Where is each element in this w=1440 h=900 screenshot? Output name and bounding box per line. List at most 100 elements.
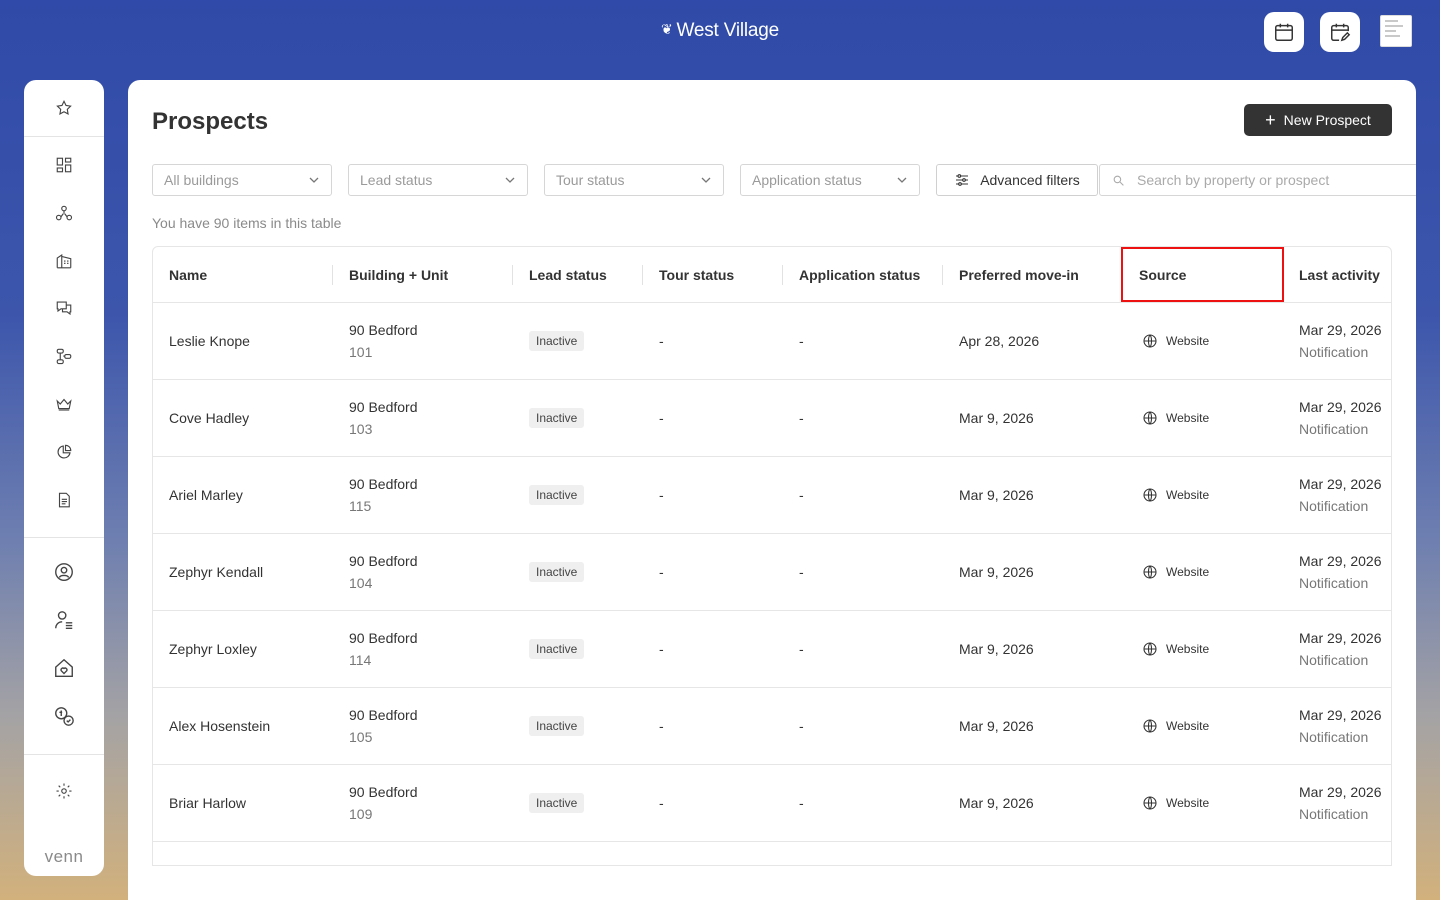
source-tag: Website — [1142, 795, 1286, 811]
workflow-icon — [56, 348, 72, 365]
source-column-highlight — [1121, 247, 1284, 302]
column-header-tour-status[interactable]: Tour status — [643, 247, 783, 303]
cell-preferred-move-in: Apr 28, 2026 — [943, 303, 1123, 379]
last-activity-date: Mar 29, 2026 — [1299, 476, 1382, 492]
sidebar-item-community[interactable] — [24, 554, 104, 590]
move-in-date: Mar 9, 2026 — [959, 641, 1034, 657]
cell-lead-status: Inactive — [513, 457, 643, 533]
cell-lead-status: Inactive — [513, 380, 643, 456]
sidebar-item-favorites[interactable] — [24, 90, 104, 126]
calendar-edit-button[interactable] — [1320, 12, 1360, 52]
last-activity-type: Notification — [1299, 729, 1369, 745]
column-header-preferred-move-in[interactable]: Preferred move-in — [943, 247, 1123, 303]
sidebar-item-settings[interactable] — [24, 773, 104, 809]
cell-application-status: - — [783, 534, 943, 610]
table-row[interactable]: Briar Harlow 90 Bedford 109 Inactive - - Mar 9… — [153, 765, 1391, 842]
unit-number: 101 — [349, 344, 373, 360]
cell-building: 90 Bedford 105 — [333, 688, 513, 764]
table-row[interactable]: Ariel Marley 90 Bedford 115 Inactive - - Mar 9… — [153, 457, 1391, 534]
table-header: Name Building + Unit Lead status Tour st… — [153, 247, 1391, 303]
cell-building: 90 Bedford 115 — [333, 457, 513, 533]
cell-tour-status: - — [643, 457, 783, 533]
new-prospect-button[interactable]: + New Prospect — [1244, 104, 1392, 136]
sliders-icon — [956, 174, 969, 186]
sidebar-item-reports[interactable] — [24, 434, 104, 470]
globe-icon — [1143, 411, 1157, 425]
column-header-name[interactable]: Name — [153, 247, 333, 303]
globe-icon — [1143, 642, 1157, 656]
chat-icon — [56, 301, 72, 316]
table-row[interactable]: Leslie Knope 90 Bedford 101 Inactive - - Apr 2… — [153, 303, 1391, 380]
globe-icon — [1143, 565, 1157, 579]
source-label: Website — [1166, 488, 1210, 502]
advanced-filters-button[interactable]: Advanced filters — [936, 164, 1098, 196]
lead-status-filter[interactable]: Lead status — [348, 164, 528, 196]
home-heart-icon — [55, 658, 73, 677]
column-header-application-status[interactable]: Application status — [783, 247, 943, 303]
unit-number: 114 — [349, 652, 372, 668]
cell-last-activity: Mar 29, 2026 — [1283, 842, 1391, 865]
table-row[interactable]: Cove Hadley 90 Bedford 103 Inactive - - Mar 9,… — [153, 380, 1391, 457]
table-row[interactable]: Zephyr Loxley 90 Bedford 114 Inactive - - Mar … — [153, 611, 1391, 688]
cell-source: Website — [1126, 688, 1286, 764]
calendar-icon — [1275, 23, 1293, 41]
buildings-filter[interactable]: All buildings — [152, 164, 332, 196]
calendar-button[interactable] — [1264, 12, 1304, 52]
prospect-name: Ariel Marley — [169, 487, 243, 503]
application-status: - — [799, 487, 804, 503]
table-row[interactable]: Zephyr Kendall 90 Bedford 104 Inactive - - Mar… — [153, 534, 1391, 611]
column-header-lead-status[interactable]: Lead status — [513, 247, 643, 303]
source-label: Website — [1166, 719, 1210, 733]
profile-thumbnail[interactable] — [1380, 15, 1412, 47]
application-status-filter[interactable]: Application status — [740, 164, 920, 196]
sidebar-item-dashboard[interactable] — [24, 147, 104, 183]
sidebar-item-residents[interactable] — [24, 602, 104, 638]
cell-tour-status: - — [643, 611, 783, 687]
page-title: Prospects — [152, 108, 269, 135]
search-placeholder: Search by property or prospect — [1137, 172, 1330, 188]
lead-status-badge: Inactive — [529, 331, 585, 351]
cell-last-activity: Mar 29, 2026 Notification — [1283, 380, 1391, 456]
prospect-name: Zephyr Kendall — [169, 564, 264, 580]
prospect-name: Alex Hosenstein — [169, 718, 271, 734]
last-activity-type: Notification — [1299, 806, 1369, 822]
table-row[interactable]: Alex Hosenstein 90 Bedford 105 Inactive - - Ma… — [153, 688, 1391, 765]
cell-preferred-move-in: Mar 9, 2026 — [943, 688, 1123, 764]
search-input[interactable]: Search by property or prospect — [1099, 164, 1416, 196]
building-name: 90 Bedford — [349, 476, 418, 492]
cell-preferred-move-in: Mar 9, 2026 — [943, 380, 1123, 456]
globe-icon — [1143, 334, 1157, 348]
prospect-name: Cove Hadley — [169, 410, 250, 426]
application-status: - — [799, 641, 804, 657]
sidebar-item-network[interactable] — [24, 195, 104, 231]
advanced-filters-label: Advanced filters — [980, 172, 1080, 188]
tour-status: - — [659, 487, 664, 503]
cell-lead-status: Inactive — [513, 611, 643, 687]
table-row[interactable]: 90 Bedford Mar 29, 2026 — [153, 842, 1391, 865]
cell-building: 90 Bedford 103 — [333, 380, 513, 456]
application-status: - — [799, 333, 804, 349]
source-tag: Website — [1142, 718, 1286, 734]
move-in-date: Mar 9, 2026 — [959, 795, 1034, 811]
building-name: 90 Bedford — [349, 322, 418, 338]
sidebar-item-documents[interactable] — [24, 482, 104, 518]
sidebar-item-buildings[interactable] — [24, 243, 104, 279]
sidebar-item-messages[interactable] — [24, 290, 104, 326]
sidebar-item-homes[interactable] — [24, 650, 104, 686]
cell-lead-status: Inactive — [513, 688, 643, 764]
column-header-last-activity[interactable]: Last activity — [1283, 247, 1391, 303]
sidebar-item-workflows[interactable] — [24, 338, 104, 374]
unit-number: 105 — [349, 729, 373, 745]
brand[interactable]: ❦ West Village — [0, 20, 1440, 42]
tour-status-filter[interactable]: Tour status — [544, 164, 724, 196]
sidebar-item-premium[interactable] — [24, 386, 104, 422]
cell-building: 90 Bedford 114 — [333, 611, 513, 687]
item-count: You have 90 items in this table — [152, 215, 342, 231]
column-header-building[interactable]: Building + Unit — [333, 247, 513, 303]
buildings-filter-value: All buildings — [164, 172, 239, 188]
cell-preferred-move-in: Mar 9, 2026 — [943, 457, 1123, 533]
lead-status-filter-value: Lead status — [360, 172, 433, 188]
application-status: - — [799, 410, 804, 426]
sidebar-item-payments[interactable] — [24, 698, 104, 734]
cell-building: 90 Bedford 109 — [333, 765, 513, 841]
